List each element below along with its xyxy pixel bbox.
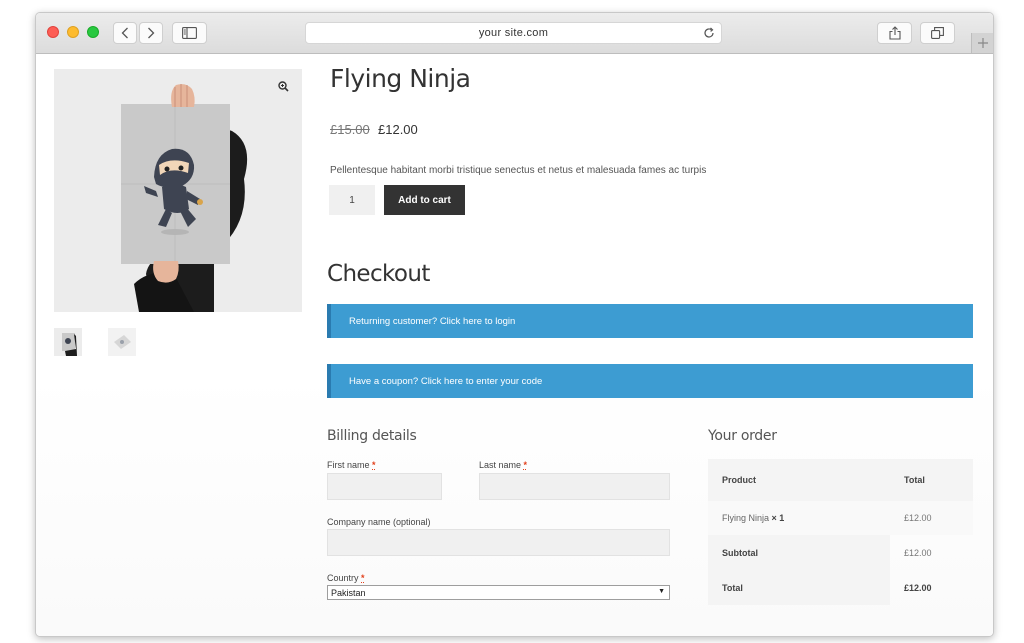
subtotal-label: Subtotal [722,547,758,558]
total-label: Total [722,582,743,593]
country-label: Country * [327,573,365,583]
sidebar-icon [182,27,197,39]
order-item-cell: Flying Ninja × 1 [722,513,784,523]
forward-button[interactable] [139,22,163,44]
subtotal-value: £12.00 [904,547,932,558]
subtotal-row: Subtotal £12.00 [708,535,973,570]
ninja-poster-thumb [62,333,77,356]
first-name-label-text: First name [327,460,370,470]
browser-toolbar: your site.com [36,13,993,54]
add-to-cart-button[interactable]: Add to cart [384,185,465,215]
product-image[interactable] [54,69,302,312]
old-price: £15.00 [330,122,370,137]
chevron-right-icon [148,27,155,39]
chevron-left-icon [121,27,128,39]
login-notice-text[interactable]: Returning customer? Click here to login [349,316,515,327]
total-row: Total £12.00 [708,570,973,605]
required-mark: * [523,460,528,470]
company-input[interactable] [327,529,670,556]
share-icon [888,26,901,40]
order-item-name: Flying Ninja [722,513,770,523]
share-button[interactable] [877,22,912,44]
tabs-icon [931,27,944,39]
first-name-input[interactable] [327,473,442,500]
product-thumbnail-2[interactable] [108,328,136,356]
order-item-row: Flying Ninja × 1 £12.00 [708,501,973,535]
total-column-header: Total [904,475,925,485]
address-bar[interactable]: your site.com [305,22,722,44]
ninja-poster-illustration [121,84,248,312]
url-text: your site.com [478,27,549,39]
first-name-label: First name * [327,460,376,470]
order-item-qty: × 1 [771,513,785,523]
order-table: Product Total Flying Ninja × 1 £12.00 Su… [708,459,973,605]
checkout-title: Checkout [327,261,430,287]
sale-price: £12.00 [378,122,418,137]
new-tab-button[interactable] [971,33,993,53]
product-thumbnail-1[interactable] [54,328,82,356]
order-item-total: £12.00 [904,513,932,523]
required-mark: * [361,573,365,583]
quantity-input[interactable]: 1 [329,185,375,215]
order-heading: Your order [708,428,777,444]
country-select[interactable]: Pakistan ▼ [327,585,670,600]
total-value: £12.00 [904,582,932,593]
last-name-input[interactable] [479,473,670,500]
required-mark: * [372,460,376,470]
billing-heading: Billing details [327,428,417,444]
tabs-overview-button[interactable] [920,22,955,44]
product-column-header: Product [722,475,757,485]
poster-flat-thumb [114,335,131,349]
close-window-button[interactable] [47,26,59,38]
back-button[interactable] [113,22,137,44]
page-content: Flying Ninja £15.00 £12.00 Pellentesque … [36,54,993,636]
last-name-label: Last name * [479,460,527,470]
country-select-value: Pakistan [331,587,366,598]
last-name-label-text: Last name [479,460,522,470]
coupon-notice[interactable]: Have a coupon? Click here to enter your … [327,364,973,398]
product-title: Flying Ninja [330,64,471,93]
plus-icon [977,38,988,48]
company-label: Company name (optional) [327,517,431,527]
zoom-icon[interactable] [278,81,289,92]
browser-window: your site.com Flying Ninja £15.00 £12.00… [35,12,994,637]
product-description: Pellentesque habitant morbi tristique se… [330,165,707,176]
order-table-header: Product Total [708,459,973,501]
reload-icon[interactable] [703,27,715,39]
coupon-notice-text[interactable]: Have a coupon? Click here to enter your … [349,376,542,387]
zoom-window-button[interactable] [87,26,99,38]
sidebar-toggle-button[interactable] [172,22,207,44]
minimize-window-button[interactable] [67,26,79,38]
country-label-text: Country [327,573,359,583]
login-notice[interactable]: Returning customer? Click here to login [327,304,973,338]
caret-down-icon: ▼ [658,588,665,595]
